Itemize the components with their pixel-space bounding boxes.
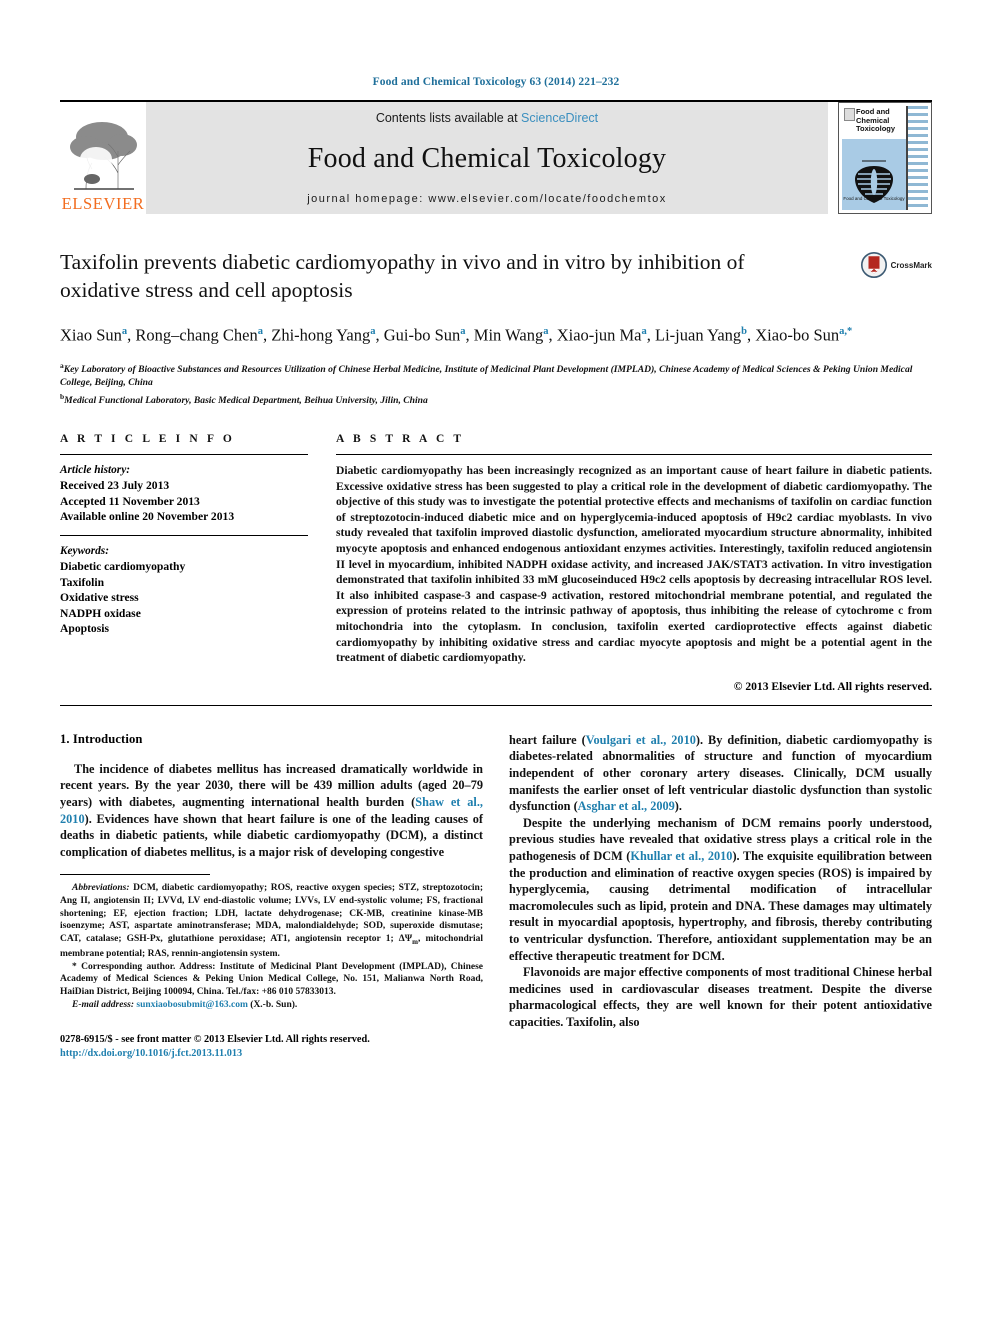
abstract-heading: A B S T R A C T xyxy=(336,433,465,446)
elsevier-logo: ELSEVIER xyxy=(60,102,146,214)
author-name: Xiao-bo Sun xyxy=(755,325,840,345)
article-history-item: Received 23 July 2013 xyxy=(60,479,170,493)
author-affiliation-mark: a xyxy=(543,326,549,337)
author-name: Zhi-hong Yang xyxy=(271,325,371,345)
crossmark-label: CrossMark xyxy=(890,260,932,270)
intro-p1-part-b: ). Evidences have shown that heart failu… xyxy=(60,811,483,859)
affiliation-mark: b xyxy=(60,391,65,401)
crossmark-badge[interactable]: CrossMark xyxy=(860,252,932,278)
crossmark-icon xyxy=(860,252,887,278)
corresponding-author-note: * Corresponding author. Address: Institu… xyxy=(60,961,483,999)
abstract-rule xyxy=(336,454,932,456)
email-link[interactable]: sunxiaobosubmit@163.com xyxy=(136,1000,248,1010)
left-column: 1. Introduction The incidence of diabete… xyxy=(60,732,483,1061)
journal-homepage-line[interactable]: journal homepage: www.elsevier.com/locat… xyxy=(307,193,667,205)
article-info-heading: A R T I C L E I N F O xyxy=(60,433,235,446)
keyword-item: Apoptosis xyxy=(60,621,109,635)
abstract-column: A B S T R A C T Diabetic cardiomyopathy … xyxy=(336,433,932,693)
author-affiliation-mark: a xyxy=(121,326,128,337)
introduction-heading: 1. Introduction xyxy=(60,731,143,746)
affiliation-mark: a xyxy=(60,360,64,370)
keyword-item: Taxifolin xyxy=(60,575,105,589)
journal-masthead: ELSEVIER Contents lists available at Sci… xyxy=(60,102,932,214)
cover-spine xyxy=(907,106,928,210)
cover-caption: Food and Chemical Toxicology xyxy=(843,196,905,201)
contents-prefix: Contents lists available at xyxy=(375,111,522,125)
elsevier-tree-icon xyxy=(70,121,137,190)
intro-p2-part-b: ). The exquisite equilibration between t… xyxy=(509,848,932,963)
abstract-copyright: © 2013 Elsevier Ltd. All rights reserved… xyxy=(733,679,932,693)
email-suffix: (X.-b. Sun). xyxy=(247,999,298,1010)
page-title: Taxifolin prevents diabetic cardiomyopat… xyxy=(60,250,745,302)
issn-line: 0278-6915/$ - see front matter © 2013 El… xyxy=(60,1034,370,1046)
abstract-text: Diabetic cardiomyopathy has been increas… xyxy=(336,464,932,665)
author-name: Li-juan Yang xyxy=(655,325,742,345)
cover-journal-title: Food and Chemical Toxicology xyxy=(856,107,896,134)
author-list: Xiao Suna, Rong–chang Chena, Zhi-hong Ya… xyxy=(60,325,853,345)
doi-link[interactable]: http://dx.doi.org/10.1016/j.fct.2013.11.… xyxy=(60,1047,483,1061)
author-affiliation-mark: b xyxy=(741,326,748,337)
article-first-page: Food and Chemical Toxicology 63 (2014) 2… xyxy=(0,0,992,1323)
keywords-label: Keywords: xyxy=(60,545,109,558)
info-abstract-region: A R T I C L E I N F O Article history: R… xyxy=(60,433,932,693)
author-affiliation-mark: a xyxy=(641,326,647,337)
intro-paragraph-1-cont: heart failure (Voulgari et al., 2010). B… xyxy=(509,732,932,815)
author-affiliation-mark: a xyxy=(460,326,466,337)
article-history-item: Accepted 11 November 2013 xyxy=(60,494,200,508)
email-note: E-mail address: sunxiaobosubmit@163.com … xyxy=(60,999,483,1012)
citation-voulgari-2010[interactable]: Voulgari et al., 2010 xyxy=(586,733,696,747)
running-head: Food and Chemical Toxicology 63 (2014) 2… xyxy=(372,76,620,88)
cover-elsevier-mark-icon xyxy=(844,108,855,121)
author-name: Rong–chang Chen xyxy=(135,325,258,345)
corresponding-author-text: Corresponding author. Address: Institute… xyxy=(60,961,483,998)
abstract-bottom-rule xyxy=(60,704,932,706)
article-info-column: A R T I C L E I N F O Article history: R… xyxy=(60,433,308,693)
abbreviations-text: DCM, diabetic cardiomyopathy; ROS, react… xyxy=(60,883,484,960)
keyword-item: Oxidative stress xyxy=(60,591,139,605)
email-label: E-mail address: xyxy=(72,999,135,1010)
issn-block: 0278-6915/$ - see front matter © 2013 El… xyxy=(60,1033,483,1061)
affiliation-list: aKey Laboratory of Bioactive Substances … xyxy=(60,359,932,408)
citation-khullar-2010[interactable]: Khullar et al., 2010 xyxy=(630,849,732,863)
intro-p1c-part-c: ). xyxy=(674,799,682,814)
author-name: Xiao-jun Ma xyxy=(556,325,642,345)
citation-asghar-2009[interactable]: Asghar et al., 2009 xyxy=(578,799,675,813)
author-affiliation-mark: a xyxy=(257,326,263,337)
elsevier-wordmark: ELSEVIER xyxy=(61,193,145,213)
intro-paragraph-2: Despite the underlying mechanism of DCM … xyxy=(509,815,932,964)
title-block: Taxifolin prevents diabetic cardiomyopat… xyxy=(60,248,932,407)
masthead-center: Contents lists available at ScienceDirec… xyxy=(146,102,828,214)
sciencedirect-link[interactable]: ScienceDirect xyxy=(521,111,598,125)
keywords-rule xyxy=(60,535,308,537)
author-affiliation-mark: a,* xyxy=(839,326,853,337)
author-affiliation-mark: a xyxy=(370,326,376,337)
article-history-item: Available online 20 November 2013 xyxy=(60,509,235,523)
article-history-list: Received 23 July 2013 Accepted 11 Novembe… xyxy=(60,478,308,524)
right-column: heart failure (Voulgari et al., 2010). B… xyxy=(509,732,932,1061)
footnote-separator xyxy=(60,874,210,876)
author-name: Xiao Sun xyxy=(60,325,122,345)
keyword-item: Diabetic cardiomyopathy xyxy=(60,560,186,574)
abbreviations-label: Abbreviations: xyxy=(72,883,130,894)
intro-paragraph-1: The incidence of diabetes mellitus has i… xyxy=(60,761,483,861)
article-history-label: Article history: xyxy=(60,464,130,477)
contents-available-line: Contents lists available at ScienceDirec… xyxy=(376,111,598,125)
journal-title: Food and Chemical Toxicology xyxy=(307,143,667,174)
abbreviations-note: Abbreviations: DCM, diabetic cardiomyopa… xyxy=(60,882,483,960)
author-name: Gui-bo Sun xyxy=(383,325,461,345)
affiliation-item: aKey Laboratory of Bioactive Substances … xyxy=(60,360,913,389)
keyword-item: NADPH oxidase xyxy=(60,606,141,620)
intro-paragraph-3: Flavonoids are major effective component… xyxy=(509,965,932,1029)
journal-cover-thumbnail: Food and Chemical Toxicology Food and Ch… xyxy=(838,102,932,214)
keywords-list: Diabetic cardiomyopathy Taxifolin Oxidativ… xyxy=(60,559,308,636)
body-columns: 1. Introduction The incidence of diabete… xyxy=(60,732,932,1061)
intro-p1c-part-a: heart failure ( xyxy=(509,732,586,747)
affiliation-item: bMedical Functional Laboratory, Basic Me… xyxy=(60,391,428,406)
author-name: Min Wang xyxy=(473,325,544,345)
article-info-rule xyxy=(60,454,308,456)
